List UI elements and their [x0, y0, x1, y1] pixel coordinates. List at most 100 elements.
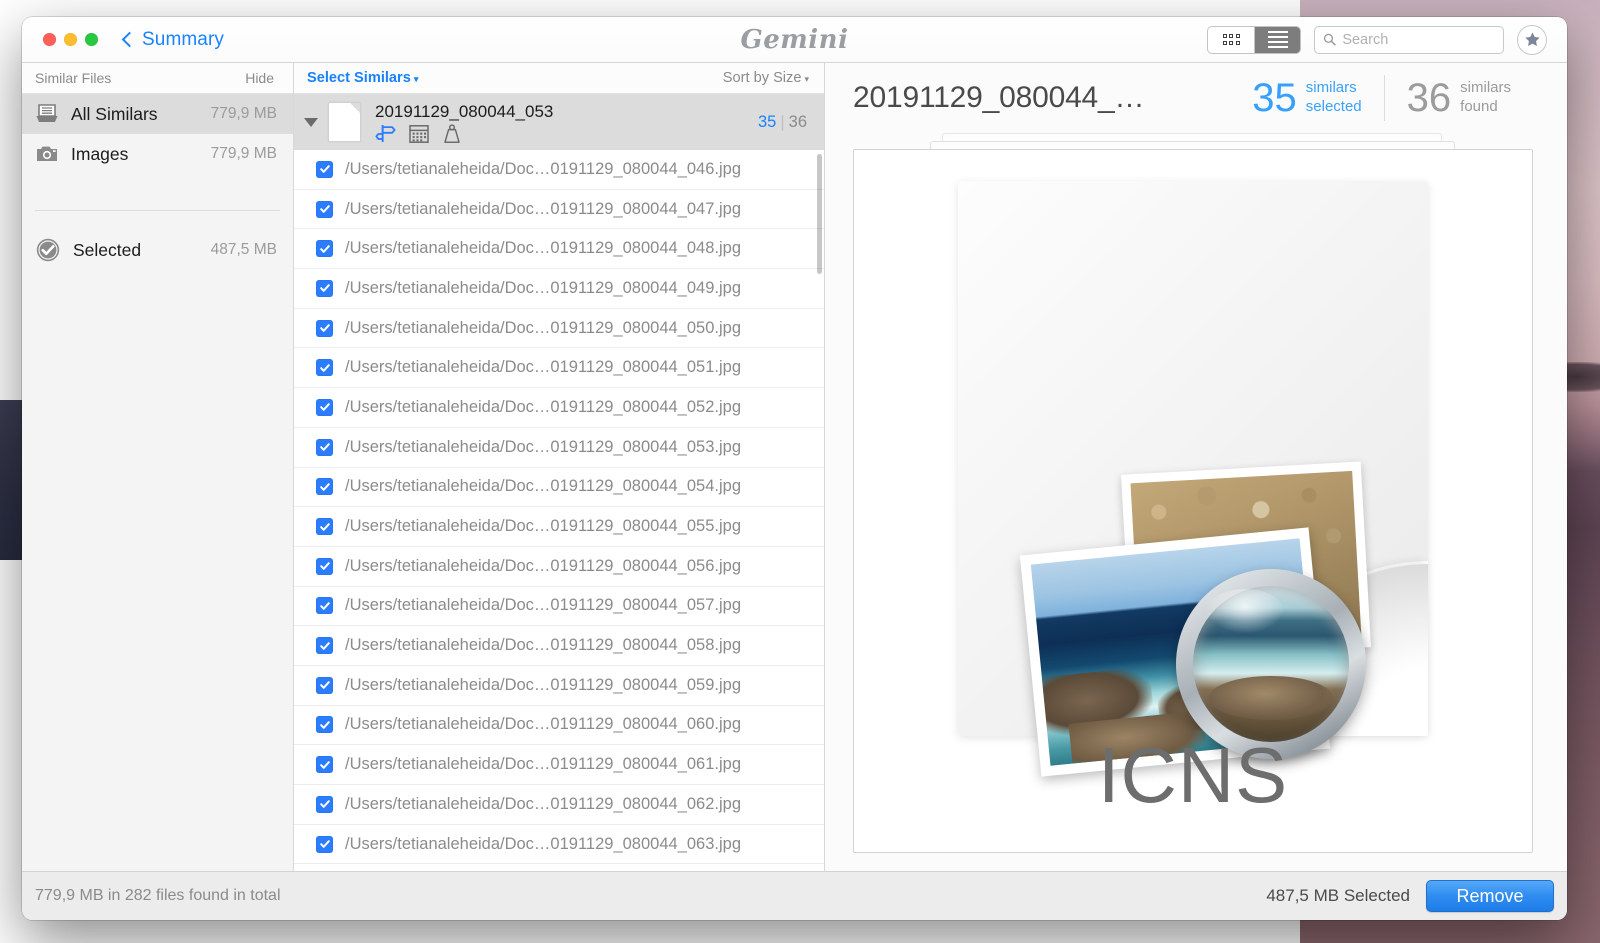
desktop-background: Summary Gemini Search Similar Files Hide…	[0, 0, 1600, 943]
file-row[interactable]: /Users/tetianaleheida/Doc…0191129_080044…	[294, 626, 824, 666]
file-row[interactable]: /Users/tetianaleheida/Doc…0191129_080044…	[294, 388, 824, 428]
sidebar-divider	[35, 210, 280, 211]
similars-selected-label: similars selected	[1306, 79, 1362, 117]
toolbar-right	[1207, 24, 1547, 55]
sidebar-item-images[interactable]: Images 779,9 MB	[22, 134, 293, 174]
file-row[interactable]: /Users/tetianaleheida/Doc…0191129_080044…	[294, 150, 824, 190]
lens-rock	[1208, 676, 1334, 721]
search-input[interactable]	[1342, 31, 1495, 48]
file-row[interactable]: /Users/tetianaleheida/Doc…0191129_080044…	[294, 348, 824, 389]
preview-card[interactable]: ICNS	[853, 149, 1533, 853]
chevron-down-icon: ▾	[804, 74, 809, 84]
check-circle-icon	[36, 238, 60, 262]
file-row[interactable]: /Users/tetianaleheida/Doc…0191129_080044…	[294, 587, 824, 627]
weight-icon[interactable]	[442, 123, 462, 143]
group-header-row[interactable]: 20191129_080044_053 35 | 36	[294, 94, 824, 150]
file-path-label: /Users/tetianaleheida/Doc…0191129_080044…	[345, 239, 741, 258]
back-to-summary-button[interactable]: Summary	[122, 29, 224, 51]
sidebar-item-selected[interactable]: Selected 487,5 MB	[22, 230, 293, 270]
sort-by-label: Sort by Size	[722, 70, 802, 86]
window-body: Similar Files Hide All Similars 779,9 MB	[22, 63, 1567, 871]
file-checkbox[interactable]	[316, 518, 333, 536]
select-similars-dropdown[interactable]: Select Similars ▾	[307, 70, 418, 86]
file-checkbox[interactable]	[316, 795, 333, 813]
file-checkbox[interactable]	[316, 557, 333, 575]
signpost-icon[interactable]	[375, 124, 396, 143]
file-checkbox[interactable]	[316, 319, 333, 337]
status-bar-right: 487,5 MB Selected Remove	[1266, 880, 1554, 912]
select-similars-label: Select Similars	[307, 70, 411, 86]
sidebar-item-size: 779,9 MB	[210, 105, 277, 122]
preview-format-label: ICNS	[1097, 731, 1289, 819]
file-row[interactable]: /Users/tetianaleheida/Doc…0191129_080044…	[294, 745, 824, 785]
stat-line-1: similars	[1460, 79, 1511, 97]
file-row[interactable]: /Users/tetianaleheida/Doc…0191129_080044…	[294, 706, 824, 746]
file-path-label: /Users/tetianaleheida/Doc…0191129_080044…	[345, 755, 741, 774]
group-selected-count: 35	[757, 112, 777, 131]
list-view-button[interactable]	[1254, 26, 1300, 53]
group-counts: 35 | 36	[758, 113, 807, 132]
search-box[interactable]	[1314, 25, 1504, 54]
file-row[interactable]: /Users/tetianaleheida/Doc…0191129_080044…	[294, 547, 824, 587]
file-checkbox[interactable]	[316, 398, 333, 416]
close-button[interactable]	[43, 33, 56, 46]
back-button-label: Summary	[142, 28, 224, 50]
file-row[interactable]: /Users/tetianaleheida/Doc…0191129_080044…	[294, 468, 824, 508]
file-checkbox[interactable]	[316, 597, 333, 615]
file-checkbox[interactable]	[316, 637, 333, 655]
file-checkbox[interactable]	[316, 200, 333, 218]
file-checkbox[interactable]	[316, 160, 333, 178]
file-rows-container[interactable]: /Users/tetianaleheida/Doc…0191129_080044…	[294, 150, 824, 871]
camera-icon	[37, 146, 57, 161]
list-scrollbar[interactable]	[817, 154, 822, 274]
file-path-label: /Users/tetianaleheida/Doc…0191129_080044…	[345, 278, 741, 297]
similars-selected-count: 35	[1252, 76, 1297, 120]
file-checkbox[interactable]	[316, 835, 333, 853]
file-row[interactable]: /Users/tetianaleheida/Doc…0191129_080044…	[294, 309, 824, 349]
remove-button[interactable]: Remove	[1426, 880, 1554, 912]
sidebar-item-label: All Similars	[71, 103, 158, 124]
file-checkbox[interactable]	[316, 279, 333, 297]
file-checkbox[interactable]	[316, 240, 333, 258]
file-checkbox[interactable]	[316, 756, 333, 774]
disclosure-triangle-icon[interactable]	[304, 117, 318, 127]
file-row[interactable]: /Users/tetianaleheida/Doc…0191129_080044…	[294, 229, 824, 270]
file-row[interactable]: /Users/tetianaleheida/Doc…0191129_080044…	[294, 785, 824, 825]
sidebar-item-all-similars[interactable]: All Similars 779,9 MB	[22, 94, 293, 134]
file-checkbox[interactable]	[316, 478, 333, 496]
file-row[interactable]: /Users/tetianaleheida/Doc…0191129_080044…	[294, 190, 824, 230]
file-row[interactable]: /Users/tetianaleheida/Doc…0191129_080044…	[294, 507, 824, 547]
maximize-button[interactable]	[85, 33, 98, 46]
group-name: 20191129_080044_053	[375, 101, 554, 121]
file-path-label: /Users/tetianaleheida/Doc…0191129_080044…	[345, 596, 741, 615]
favorites-button[interactable]	[1517, 24, 1547, 55]
file-checkbox[interactable]	[316, 438, 333, 456]
window-titlebar: Summary Gemini	[22, 17, 1567, 63]
star-icon	[1524, 32, 1540, 47]
minimize-button[interactable]	[64, 33, 77, 46]
file-checkbox[interactable]	[316, 716, 333, 734]
calendar-icon[interactable]	[409, 124, 429, 143]
similars-selected-stat: 35 similars selected	[1230, 78, 1383, 118]
file-checkbox[interactable]	[316, 676, 333, 694]
view-mode-segmented-control[interactable]	[1207, 25, 1301, 54]
file-row[interactable]: /Users/tetianaleheida/Doc…0191129_080044…	[294, 428, 824, 468]
file-row[interactable]: /Users/tetianaleheida/Doc…0191129_080044…	[294, 269, 824, 309]
detail-panel: 20191129_080044_… 35 similars selected 3…	[825, 63, 1567, 871]
stat-line-1: similars	[1305, 79, 1357, 97]
file-path-label: /Users/tetianaleheida/Doc…0191129_080044…	[345, 636, 741, 655]
file-row[interactable]: /Users/tetianaleheida/Doc…0191129_080044…	[294, 825, 824, 865]
group-found-count: 36	[788, 112, 807, 131]
file-checkbox[interactable]	[316, 359, 333, 377]
file-path-label: /Users/tetianaleheida/Doc…0191129_080044…	[345, 477, 741, 496]
file-path-label: /Users/tetianaleheida/Doc…0191129_080044…	[345, 517, 741, 536]
grid-view-button[interactable]	[1208, 27, 1254, 53]
file-row[interactable]: /Users/tetianaleheida/Doc…0191129_080044…	[294, 666, 824, 706]
sidebar-header: Similar Files Hide	[22, 63, 293, 94]
file-list-header: Select Similars ▾ Sort by Size ▾	[294, 63, 824, 94]
page-title: 20191129_080044_…	[853, 81, 1145, 114]
tray-icon	[36, 104, 58, 122]
chevron-left-icon	[122, 31, 133, 49]
sidebar-hide-button[interactable]: Hide	[245, 70, 274, 86]
sort-by-dropdown[interactable]: Sort by Size ▾	[723, 70, 809, 86]
